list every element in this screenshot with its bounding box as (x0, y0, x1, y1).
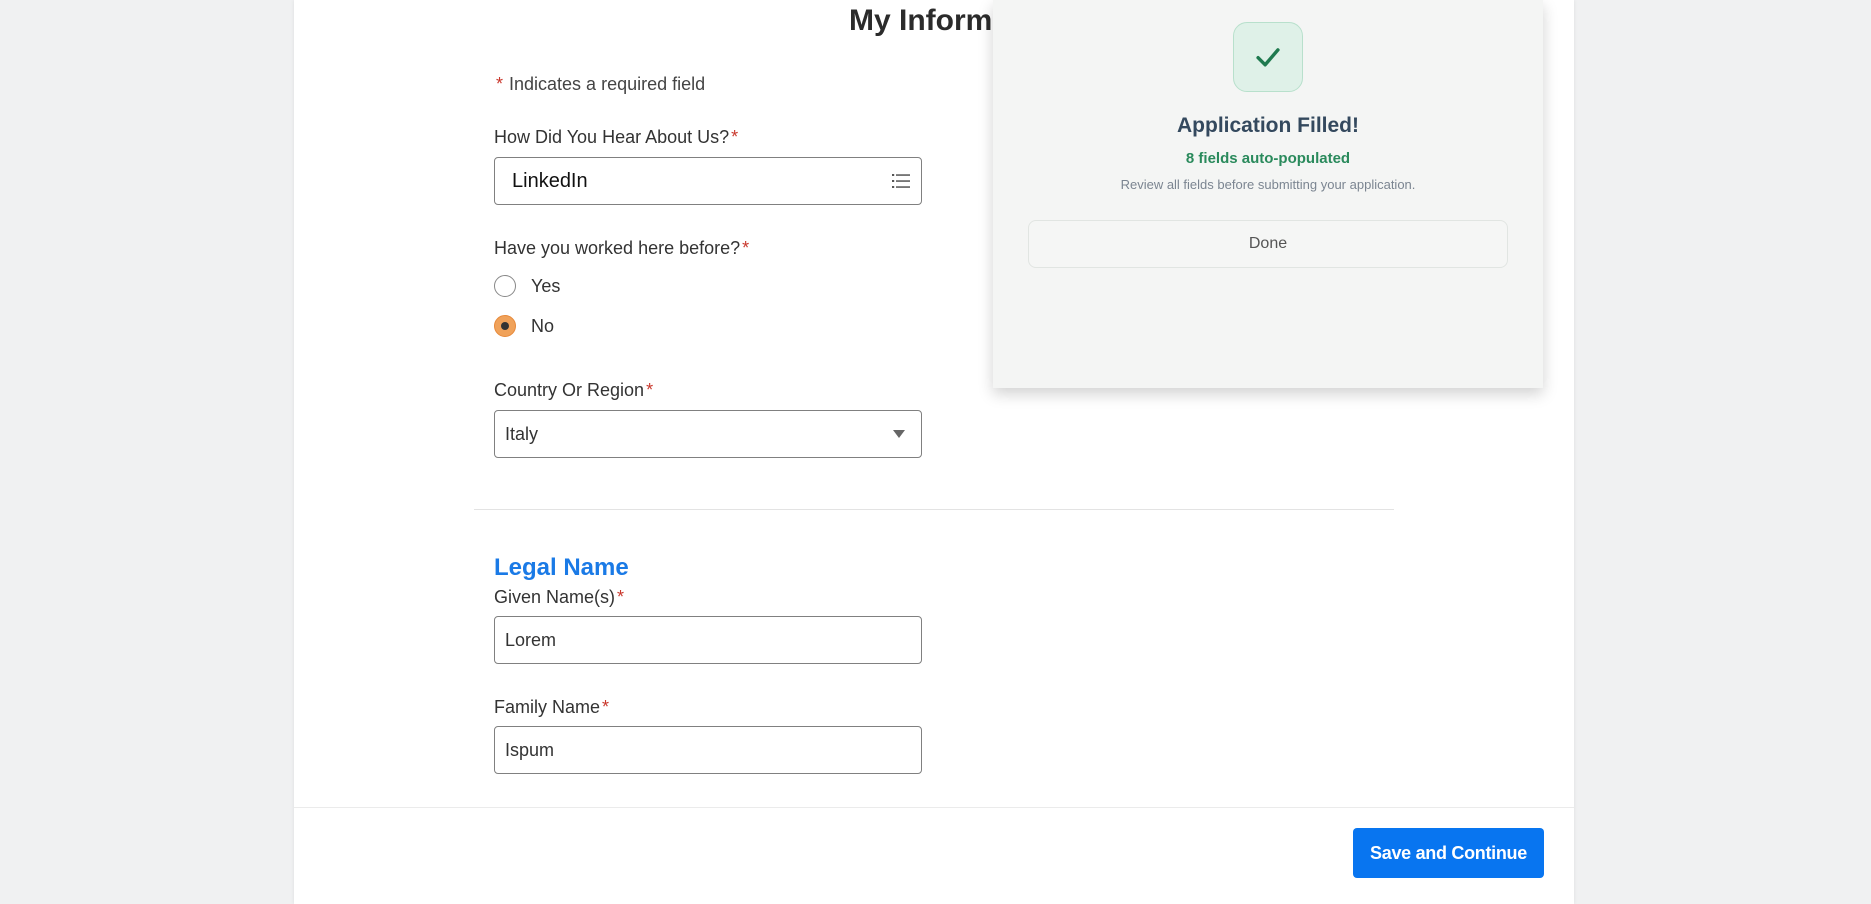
radio-option-no[interactable]: No (494, 315, 554, 337)
list-icon[interactable] (889, 169, 913, 193)
given-name-label-text: Given Name(s) (494, 587, 616, 607)
given-name-label: Given Name(s) * (494, 587, 624, 608)
worked-before-label: Have you worked here before? * (494, 238, 749, 259)
given-name-input[interactable]: Lorem (494, 616, 922, 664)
required-field-note: * Indicates a required field (496, 74, 705, 95)
worked-before-label-text: Have you worked here before? (494, 238, 741, 258)
country-select[interactable]: Italy (494, 410, 922, 458)
family-name-input[interactable]: Ispum (494, 726, 922, 774)
source-label-text: How Did You Hear About Us? (494, 127, 730, 147)
family-name-value: Ispum (505, 739, 555, 760)
success-badge (1233, 22, 1303, 92)
required-star: * (617, 587, 625, 607)
radio-no[interactable] (494, 315, 516, 337)
section-divider (474, 509, 1394, 510)
required-note-text: Indicates a required field (509, 74, 706, 94)
source-prompt-field[interactable]: LinkedIn (494, 157, 922, 205)
required-star: * (602, 697, 610, 717)
family-name-label-text: Family Name (494, 697, 601, 717)
radio-yes-label: Yes (531, 275, 561, 296)
family-name-label: Family Name * (494, 697, 609, 718)
done-button[interactable]: Done (1028, 220, 1508, 268)
source-label: How Did You Hear About Us? * (494, 127, 738, 148)
caret-down-icon (893, 430, 905, 438)
autofill-success-popup: Application Filled! 8 fields auto-popula… (993, 0, 1543, 388)
footer-divider (294, 807, 1574, 808)
required-star: * (742, 238, 750, 258)
given-name-value: Lorem (505, 629, 557, 650)
legal-name-section-title: Legal Name (494, 554, 629, 581)
required-star: * (731, 127, 739, 147)
popup-field-count: 8 fields auto-populated (1185, 150, 1351, 167)
source-value: LinkedIn (512, 169, 588, 192)
save-and-continue-button[interactable]: Save and Continue (1353, 828, 1544, 878)
country-label: Country Or Region * (494, 380, 653, 401)
popup-hint: Review all fields before submitting your… (1120, 177, 1416, 192)
check-icon (1256, 48, 1280, 67)
radio-option-yes[interactable]: Yes (494, 275, 560, 297)
required-star: * (496, 74, 504, 94)
radio-yes[interactable] (494, 275, 516, 297)
country-label-text: Country Or Region (494, 380, 645, 400)
popup-title: Application Filled! (1177, 114, 1359, 137)
radio-no-label: No (531, 315, 555, 336)
country-value: Italy (505, 423, 539, 444)
required-star: * (646, 380, 654, 400)
